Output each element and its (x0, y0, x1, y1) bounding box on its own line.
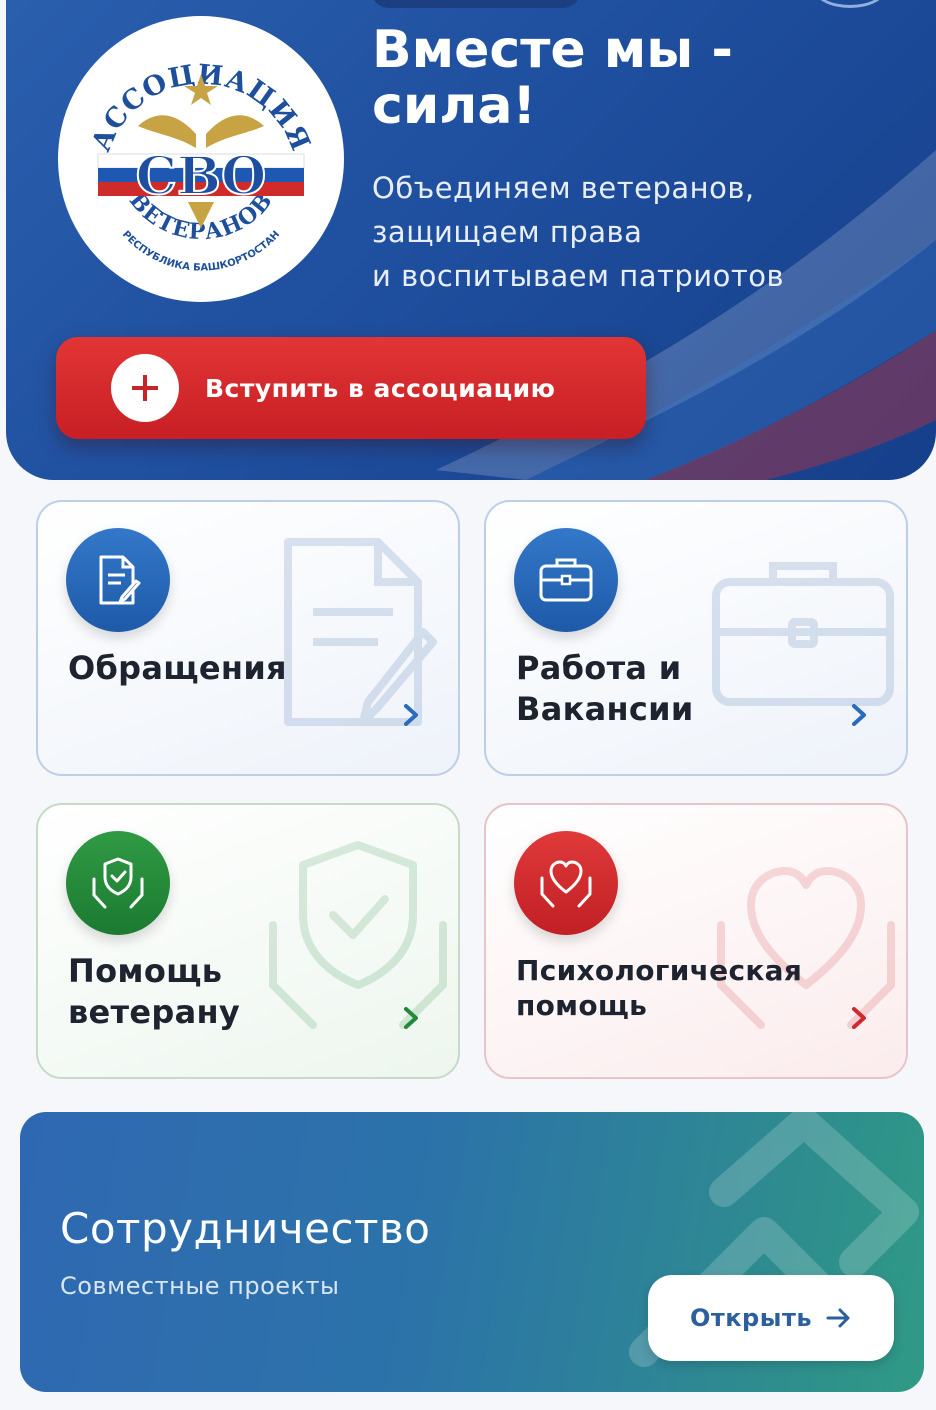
shield-hands-icon (66, 831, 170, 935)
hero-subtitle-line: Объединяем ветеранов, (372, 171, 755, 205)
logo-center-text: СВО (136, 146, 267, 207)
hero-title-line: сила! (372, 76, 537, 136)
chevron-right-icon (404, 1007, 418, 1029)
hero-title-line: Вместе мы - (372, 20, 733, 80)
heart-hands-icon (514, 831, 618, 935)
card-title: Работа и Вакансии (516, 648, 694, 730)
cooperation-title: Сотрудничество (60, 1204, 431, 1253)
card-jobs[interactable]: Работа и Вакансии (484, 500, 908, 776)
cooperation-banner[interactable]: Сотрудничество Совместные проекты Открыт… (20, 1112, 924, 1392)
card-psychological-help[interactable]: Психологическая помощь (484, 803, 908, 1079)
hero-subtitle-line: защищаем права (372, 215, 643, 249)
join-association-label: Вступить в ассоциацию (205, 373, 556, 403)
document-edit-icon (284, 538, 437, 726)
card-title: Обращения (68, 648, 287, 689)
card-title-line: ветерану (68, 993, 241, 1031)
card-title: Психологическая помощь (516, 953, 802, 1023)
chevron-right-icon (404, 704, 418, 726)
card-title: Помощь ветерану (68, 951, 240, 1033)
hero-subtitle-line: и воспитываем патриотов (372, 259, 785, 293)
card-veteran-help[interactable]: Помощь ветерану (36, 803, 460, 1079)
hero-subtitle: Объединяем ветеранов, защищаем права и в… (372, 166, 892, 298)
app-screen: АССОЦИАЦИЯ ВЕТЕРАНОВ РЕСПУБЛИКА БАШКОРТО… (0, 0, 936, 1410)
briefcase-icon (712, 562, 894, 706)
join-association-button[interactable]: Вступить в ассоциацию (56, 337, 646, 439)
open-button[interactable]: Открыть (648, 1275, 894, 1361)
hero-title: Вместе мы - сила! (372, 22, 912, 134)
card-title-line: Работа и (516, 649, 682, 687)
card-appeals[interactable]: Обращения (36, 500, 460, 776)
card-title-line: Вакансии (516, 690, 694, 728)
shield-hands-icon (269, 841, 447, 1029)
card-title-line: Обращения (68, 649, 287, 687)
association-logo: АССОЦИАЦИЯ ВЕТЕРАНОВ РЕСПУБЛИКА БАШКОРТО… (58, 16, 344, 302)
chevron-right-icon (852, 704, 866, 726)
briefcase-icon (514, 528, 618, 632)
card-title-line: помощь (516, 989, 648, 1022)
chevron-right-icon (852, 1007, 866, 1029)
plus-icon (111, 354, 179, 422)
card-title-line: Помощь (68, 952, 223, 990)
document-edit-icon (66, 528, 170, 632)
arrow-right-icon (826, 1308, 850, 1328)
open-button-label: Открыть (689, 1304, 813, 1332)
card-title-line: Психологическая (516, 954, 803, 987)
cooperation-subtitle: Совместные проекты (60, 1272, 340, 1300)
status-notch (371, 0, 581, 8)
hero-banner: АССОЦИАЦИЯ ВЕТЕРАНОВ РЕСПУБЛИКА БАШКОРТО… (6, 0, 936, 480)
